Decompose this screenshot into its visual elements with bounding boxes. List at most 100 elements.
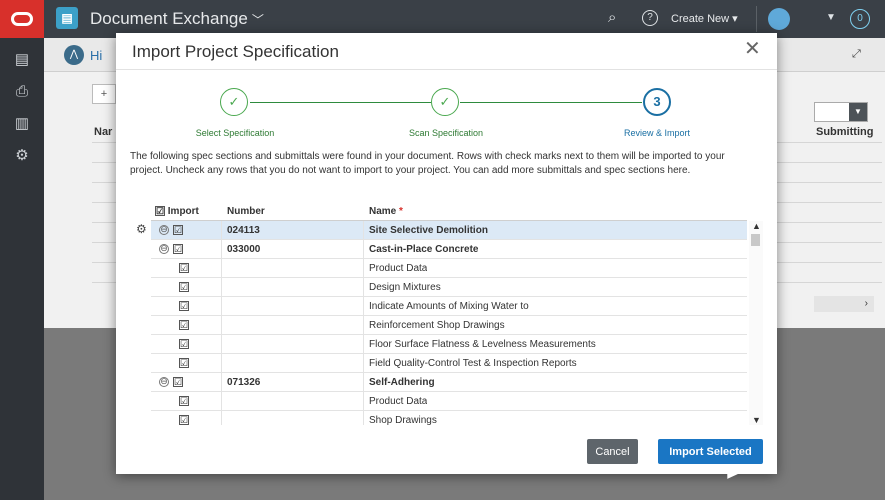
column-divider [363, 259, 364, 278]
import-cell: ☑ [179, 259, 189, 278]
name-cell[interactable]: Site Selective Demolition [369, 221, 488, 240]
import-cell: ☑ [179, 335, 189, 354]
import-selected-button[interactable]: Import Selected [658, 439, 763, 464]
name-cell[interactable]: Floor Surface Flatness & Levelness Measu… [369, 335, 596, 354]
import-checkbox[interactable]: ☑ [179, 320, 189, 331]
collapse-icon[interactable]: ⊖ [159, 225, 169, 236]
step-connector [460, 102, 642, 103]
column-divider [221, 278, 222, 297]
number-cell: 024113 [227, 225, 260, 236]
name-cell[interactable]: Field Quality-Control Test & Inspection … [369, 354, 577, 373]
column-divider [221, 297, 222, 316]
close-icon[interactable]: ✕ [744, 39, 761, 59]
required-asterisk: * [399, 206, 403, 217]
import-cell: ⊖ ☑ [159, 373, 183, 392]
import-checkbox[interactable]: ☑ [179, 263, 189, 274]
column-divider [221, 259, 222, 278]
import-checkbox[interactable]: ☑ [173, 244, 183, 255]
inbox-icon[interactable]: ⎙ [12, 82, 32, 102]
name-cell[interactable]: Reinforcement Shop Drawings [369, 316, 505, 335]
oracle-logo-icon[interactable] [0, 0, 44, 38]
create-new-button[interactable]: Create New ▾ [671, 12, 738, 25]
instructions-text: The following spec sections and submitta… [130, 151, 725, 176]
column-divider [221, 411, 222, 425]
settings-gear-icon[interactable]: ⚙ [12, 146, 32, 166]
divider [756, 6, 757, 32]
document-exchange-icon: ▤ [56, 7, 78, 29]
scrollbar-thumb[interactable] [751, 234, 760, 246]
name-cell[interactable]: Product Data [369, 392, 427, 411]
column-divider [221, 221, 222, 240]
column-divider [221, 316, 222, 335]
table-row[interactable]: ☑ Indicate Amounts of Mixing Water to [151, 297, 747, 316]
document-icon[interactable]: ▥ [12, 114, 32, 134]
name-cell[interactable]: Cast-in-Place Concrete [369, 240, 478, 259]
table-row[interactable]: ☑ Product Data [151, 259, 747, 278]
project-icon: ⋀ [64, 45, 84, 65]
name-cell[interactable]: Shop Drawings [369, 411, 437, 425]
table-row[interactable]: ☑ Design Mixtures [151, 278, 747, 297]
step-connector [250, 102, 431, 103]
expand-icon[interactable]: ⤢ [852, 48, 861, 61]
import-checkbox[interactable]: ☑ [173, 377, 183, 388]
left-rail: ▤ ⎙ ▥ ⚙ [0, 0, 44, 500]
collapse-icon[interactable]: ⊖ [159, 377, 169, 388]
step-1-check-icon: ✓ [220, 88, 248, 116]
scroll-right-arrow-icon[interactable]: › [814, 296, 874, 312]
column-divider [363, 278, 364, 297]
import-cell: ☑ [179, 297, 189, 316]
column-divider [363, 354, 364, 373]
column-divider [363, 240, 364, 259]
breadcrumb-text[interactable]: Hi [90, 48, 102, 63]
name-cell[interactable]: Design Mixtures [369, 278, 441, 297]
table-row[interactable]: ☑ Shop Drawings [151, 411, 747, 425]
column-divider [363, 316, 364, 335]
vertical-scrollbar[interactable]: ▲ ▼ [749, 221, 763, 425]
list-icon[interactable]: ▤ [12, 50, 32, 70]
step-3-number: 3 [643, 88, 671, 116]
collapse-icon[interactable]: ⊖ [159, 244, 169, 255]
filter-select[interactable]: ▼ [814, 102, 868, 122]
import-cell: ☑ [179, 278, 189, 297]
import-checkbox[interactable]: ☑ [179, 396, 189, 407]
import-cell: ☑ [179, 354, 189, 373]
scroll-down-icon[interactable]: ▼ [752, 415, 761, 425]
table-row[interactable]: ☑ Field Quality-Control Test & Inspection… [151, 354, 747, 373]
table-row[interactable]: ☑ Product Data [151, 392, 747, 411]
name-cell[interactable]: Indicate Amounts of Mixing Water to [369, 297, 529, 316]
table-row[interactable]: ☑ Floor Surface Flatness & Levelness Meas… [151, 335, 747, 354]
search-icon[interactable]: ⌕ [608, 9, 616, 26]
cancel-button[interactable]: Cancel [587, 439, 638, 464]
column-divider [363, 297, 364, 316]
help-icon[interactable]: ? [642, 10, 658, 26]
caret-down-icon[interactable]: ▼ [826, 12, 836, 23]
gear-icon[interactable]: ⚙ [136, 222, 147, 236]
scroll-up-icon[interactable]: ▲ [752, 221, 761, 231]
import-project-specification-dialog: Import Project Specification ✕ ✓ ✓ 3 Sel… [116, 33, 777, 474]
table-row[interactable]: ☑ Reinforcement Shop Drawings [151, 316, 747, 335]
number-cell: 071326 [227, 377, 261, 388]
name-cell[interactable]: Self-Adhering [369, 373, 435, 392]
spec-table: ☑ Import Number Name * ⊖ ☑ 024113 Site Sele… [151, 203, 747, 425]
avatar[interactable] [768, 8, 790, 30]
add-button[interactable]: + [92, 84, 116, 104]
name-cell[interactable]: Product Data [369, 259, 427, 278]
column-divider [221, 373, 222, 392]
select-all-checkbox[interactable]: ☑ [155, 206, 165, 217]
import-checkbox[interactable]: ☑ [179, 339, 189, 350]
table-row[interactable]: ⊖ ☑ 033000 Cast-in-Place Concrete [151, 240, 747, 259]
app-title[interactable]: Document Exchange ﹀ [90, 9, 264, 29]
import-checkbox[interactable]: ☑ [179, 415, 189, 425]
import-checkbox[interactable]: ☑ [179, 358, 189, 369]
import-checkbox[interactable]: ☑ [173, 225, 183, 236]
table-row[interactable]: ⊖ ☑ 071326 Self-Adhering [151, 373, 747, 392]
column-header-name: Nar [94, 126, 113, 138]
import-checkbox[interactable]: ☑ [179, 301, 189, 312]
import-checkbox[interactable]: ☑ [179, 282, 189, 293]
step-2-label: Scan Specification [408, 128, 484, 138]
step-1-label: Select Specification [195, 128, 275, 138]
table-row[interactable]: ⊖ ☑ 024113 Site Selective Demolition [151, 221, 747, 240]
notification-badge[interactable]: 0 [850, 9, 870, 29]
app-title-text: Document Exchange [90, 9, 248, 28]
column-divider [363, 392, 364, 411]
